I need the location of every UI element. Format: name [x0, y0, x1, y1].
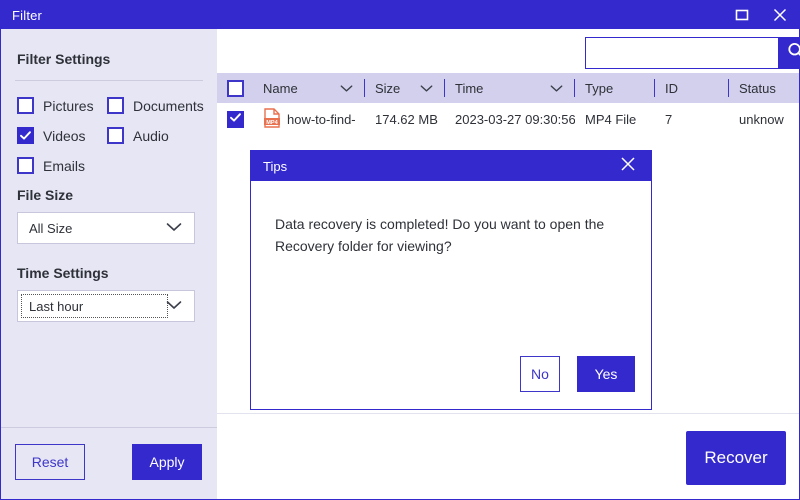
cell-type: MP4 File	[585, 111, 637, 127]
column-label: Status	[739, 80, 776, 96]
table-header-row: Name Size Time Type ID Status	[217, 73, 799, 103]
column-header-status[interactable]: Status	[729, 73, 799, 103]
dialog-titlebar: Tips	[251, 151, 651, 181]
checkbox-box	[107, 127, 124, 144]
window-controls	[723, 1, 799, 29]
window-titlebar: Filter	[1, 1, 799, 29]
check-icon	[229, 111, 242, 127]
svg-text:MP4: MP4	[266, 119, 278, 125]
close-icon	[619, 155, 637, 178]
results-table: Name Size Time Type ID Status MP4 how-to…	[217, 73, 799, 135]
select-all-cell	[217, 73, 253, 103]
close-button[interactable]	[761, 1, 799, 29]
results-footer-divider	[217, 413, 799, 414]
checkbox-videos[interactable]: Videos	[17, 127, 107, 144]
dialog-close-button[interactable]	[611, 151, 645, 181]
tips-dialog: Tips Data recovery is completed! Do you …	[250, 150, 652, 410]
file-size-value: All Size	[29, 220, 73, 236]
checkbox-documents[interactable]: Documents	[107, 97, 204, 114]
apply-button[interactable]: Apply	[132, 444, 202, 480]
checkbox-label: Emails	[43, 157, 86, 174]
chevron-down-icon	[166, 219, 182, 237]
column-header-size[interactable]: Size	[365, 73, 445, 103]
checkbox-audio[interactable]: Audio	[107, 127, 197, 144]
checkbox-box	[17, 127, 34, 144]
no-button[interactable]: No	[520, 356, 560, 392]
checkbox-label: Pictures	[43, 97, 94, 114]
chevron-down-icon	[340, 81, 353, 96]
dialog-title: Tips	[263, 158, 288, 174]
maximize-button[interactable]	[723, 1, 761, 29]
file-type-checkbox-group: Pictures Documents Videos Audio Emails	[17, 97, 217, 174]
file-size-label: File Size	[17, 187, 74, 203]
select-all-checkbox[interactable]	[226, 79, 244, 97]
checkbox-box	[107, 97, 124, 114]
checkbox-emails[interactable]: Emails	[17, 157, 107, 174]
filter-window: Filter Filter Settings Pictures Document…	[0, 0, 800, 500]
checkbox-row: Pictures Documents	[17, 97, 217, 114]
checkbox-row: Emails	[17, 157, 217, 174]
results-toolbar	[217, 29, 800, 73]
cell-name: MP4 how-to-find-	[253, 103, 365, 135]
checkbox-box	[17, 157, 34, 174]
filter-settings-heading: Filter Settings	[17, 51, 111, 67]
column-label: ID	[665, 80, 678, 96]
column-header-name[interactable]: Name	[253, 73, 365, 103]
dialog-actions: No Yes	[520, 356, 635, 392]
search-icon	[786, 41, 800, 66]
checkbox-label: Videos	[43, 127, 86, 144]
dialog-body: Data recovery is completed! Do you want …	[251, 181, 651, 257]
time-settings-select[interactable]: Last hour	[17, 290, 195, 322]
table-row[interactable]: MP4 how-to-find- 174.62 MB 2023-03-27 09…	[217, 103, 799, 135]
chevron-down-icon	[166, 297, 182, 315]
yes-button[interactable]: Yes	[577, 356, 635, 392]
row-select-cell	[217, 103, 253, 135]
chevron-down-icon	[420, 81, 433, 96]
time-settings-label: Time Settings	[17, 265, 109, 281]
sidebar-footer: Reset Apply	[1, 428, 217, 499]
column-label: Size	[375, 80, 401, 96]
square-icon	[735, 8, 749, 22]
file-size-select[interactable]: All Size	[17, 212, 195, 244]
chevron-down-icon	[550, 81, 563, 96]
search-input[interactable]	[585, 37, 778, 69]
cell-size: 174.62 MB	[375, 111, 438, 127]
column-label: Time	[455, 80, 484, 96]
checkbox-row: Videos Audio	[17, 127, 217, 144]
check-icon	[19, 129, 32, 142]
checkbox-label: Documents	[133, 97, 204, 114]
checkbox-label: Audio	[133, 127, 169, 144]
search-button[interactable]	[778, 37, 800, 69]
checkbox-pictures[interactable]: Pictures	[17, 97, 107, 114]
focus-outline	[21, 294, 168, 318]
checkbox-box	[17, 97, 34, 114]
file-name: how-to-find-	[287, 111, 356, 127]
row-checkbox[interactable]	[226, 110, 244, 128]
sidebar-divider	[15, 80, 203, 81]
close-icon	[772, 7, 788, 23]
column-label: Name	[263, 80, 298, 96]
search-box	[585, 37, 800, 69]
window-title: Filter	[12, 7, 43, 23]
filter-sidebar: Filter Settings Pictures Documents Video…	[1, 29, 217, 499]
reset-button[interactable]: Reset	[15, 444, 85, 480]
recover-button[interactable]: Recover	[686, 431, 786, 485]
column-label: Type	[585, 80, 614, 96]
dialog-message: Data recovery is completed! Do you want …	[275, 216, 605, 254]
column-header-time[interactable]: Time	[445, 73, 575, 103]
column-header-type[interactable]: Type	[575, 73, 655, 103]
column-header-id[interactable]: ID	[655, 73, 729, 103]
mp4-file-icon: MP4	[263, 107, 281, 131]
cell-time: 2023-03-27 09:30:56	[455, 111, 575, 127]
cell-status: unknow	[739, 111, 784, 127]
cell-id: 7	[665, 111, 673, 127]
